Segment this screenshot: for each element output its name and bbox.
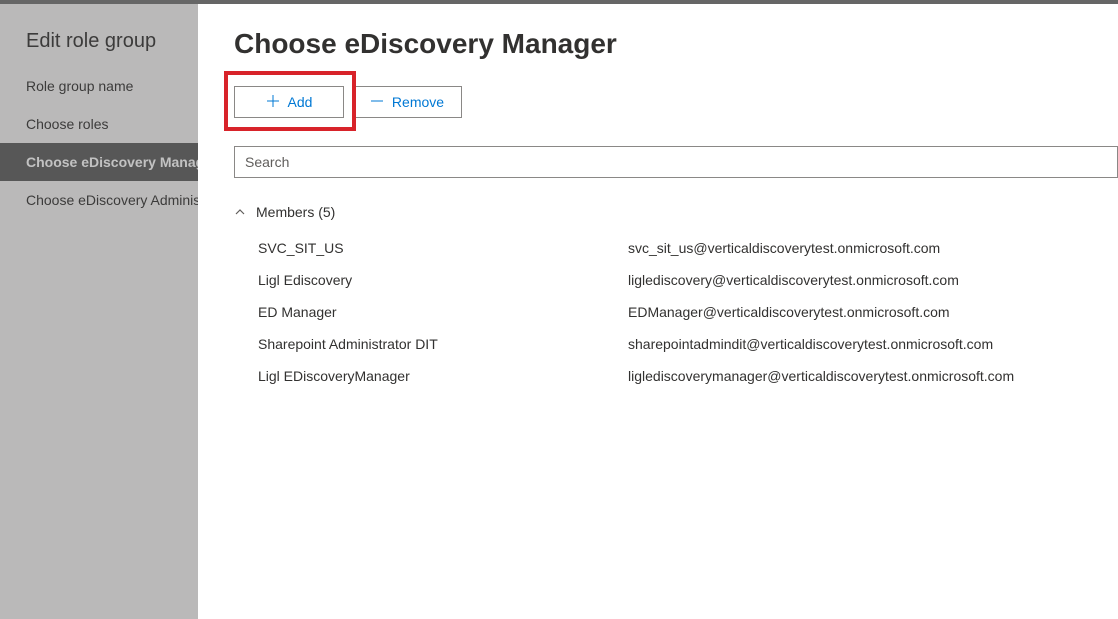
main-panel: Choose eDiscovery Manager Add Remove	[198, 4, 1118, 619]
member-email: EDManager@verticaldiscoverytest.onmicros…	[628, 304, 950, 320]
add-button-label: Add	[288, 94, 313, 110]
remove-button-label: Remove	[392, 94, 444, 110]
member-email: sharepointadmindit@verticaldiscoverytest…	[628, 336, 993, 352]
sidebar-title: Edit role group	[0, 4, 198, 67]
sidebar-item-choose-roles[interactable]: Choose roles	[0, 105, 198, 143]
page-title: Choose eDiscovery Manager	[234, 28, 1118, 60]
remove-button[interactable]: Remove	[352, 86, 462, 118]
member-email: svc_sit_us@verticaldiscoverytest.onmicro…	[628, 240, 940, 256]
toolbar: Add Remove	[234, 86, 1118, 118]
member-name: Sharepoint Administrator DIT	[258, 336, 628, 352]
members-toggle[interactable]: Members (5)	[234, 198, 1118, 226]
list-item[interactable]: Sharepoint Administrator DIT sharepointa…	[234, 328, 1118, 360]
app-container: Edit role group Role group name Choose r…	[0, 4, 1118, 619]
member-name: ED Manager	[258, 304, 628, 320]
member-email: liglediscovery@verticaldiscoverytest.onm…	[628, 272, 959, 288]
add-button[interactable]: Add	[234, 86, 344, 118]
member-email: liglediscoverymanager@verticaldiscoveryt…	[628, 368, 1014, 384]
list-item[interactable]: ED Manager EDManager@verticaldiscoveryte…	[234, 296, 1118, 328]
search-input[interactable]	[234, 146, 1118, 178]
list-item[interactable]: SVC_SIT_US svc_sit_us@verticaldiscoveryt…	[234, 232, 1118, 264]
sidebar-item-role-group-name[interactable]: Role group name	[0, 67, 198, 105]
search-wrap	[234, 146, 1118, 178]
member-name: Ligl Ediscovery	[258, 272, 628, 288]
sidebar: Edit role group Role group name Choose r…	[0, 4, 198, 619]
sidebar-item-choose-ediscovery-manager[interactable]: Choose eDiscovery Manager	[0, 143, 198, 181]
members-header-label: Members (5)	[256, 204, 335, 220]
member-name: Ligl EDiscoveryManager	[258, 368, 628, 384]
member-name: SVC_SIT_US	[258, 240, 628, 256]
list-item[interactable]: Ligl Ediscovery liglediscovery@verticald…	[234, 264, 1118, 296]
list-item[interactable]: Ligl EDiscoveryManager liglediscoveryman…	[234, 360, 1118, 392]
sidebar-item-choose-ediscovery-administrator[interactable]: Choose eDiscovery Administrator	[0, 181, 198, 219]
members-list: SVC_SIT_US svc_sit_us@verticaldiscoveryt…	[234, 232, 1118, 392]
plus-icon	[266, 94, 280, 110]
minus-icon	[370, 94, 384, 110]
chevron-up-icon	[234, 206, 246, 221]
